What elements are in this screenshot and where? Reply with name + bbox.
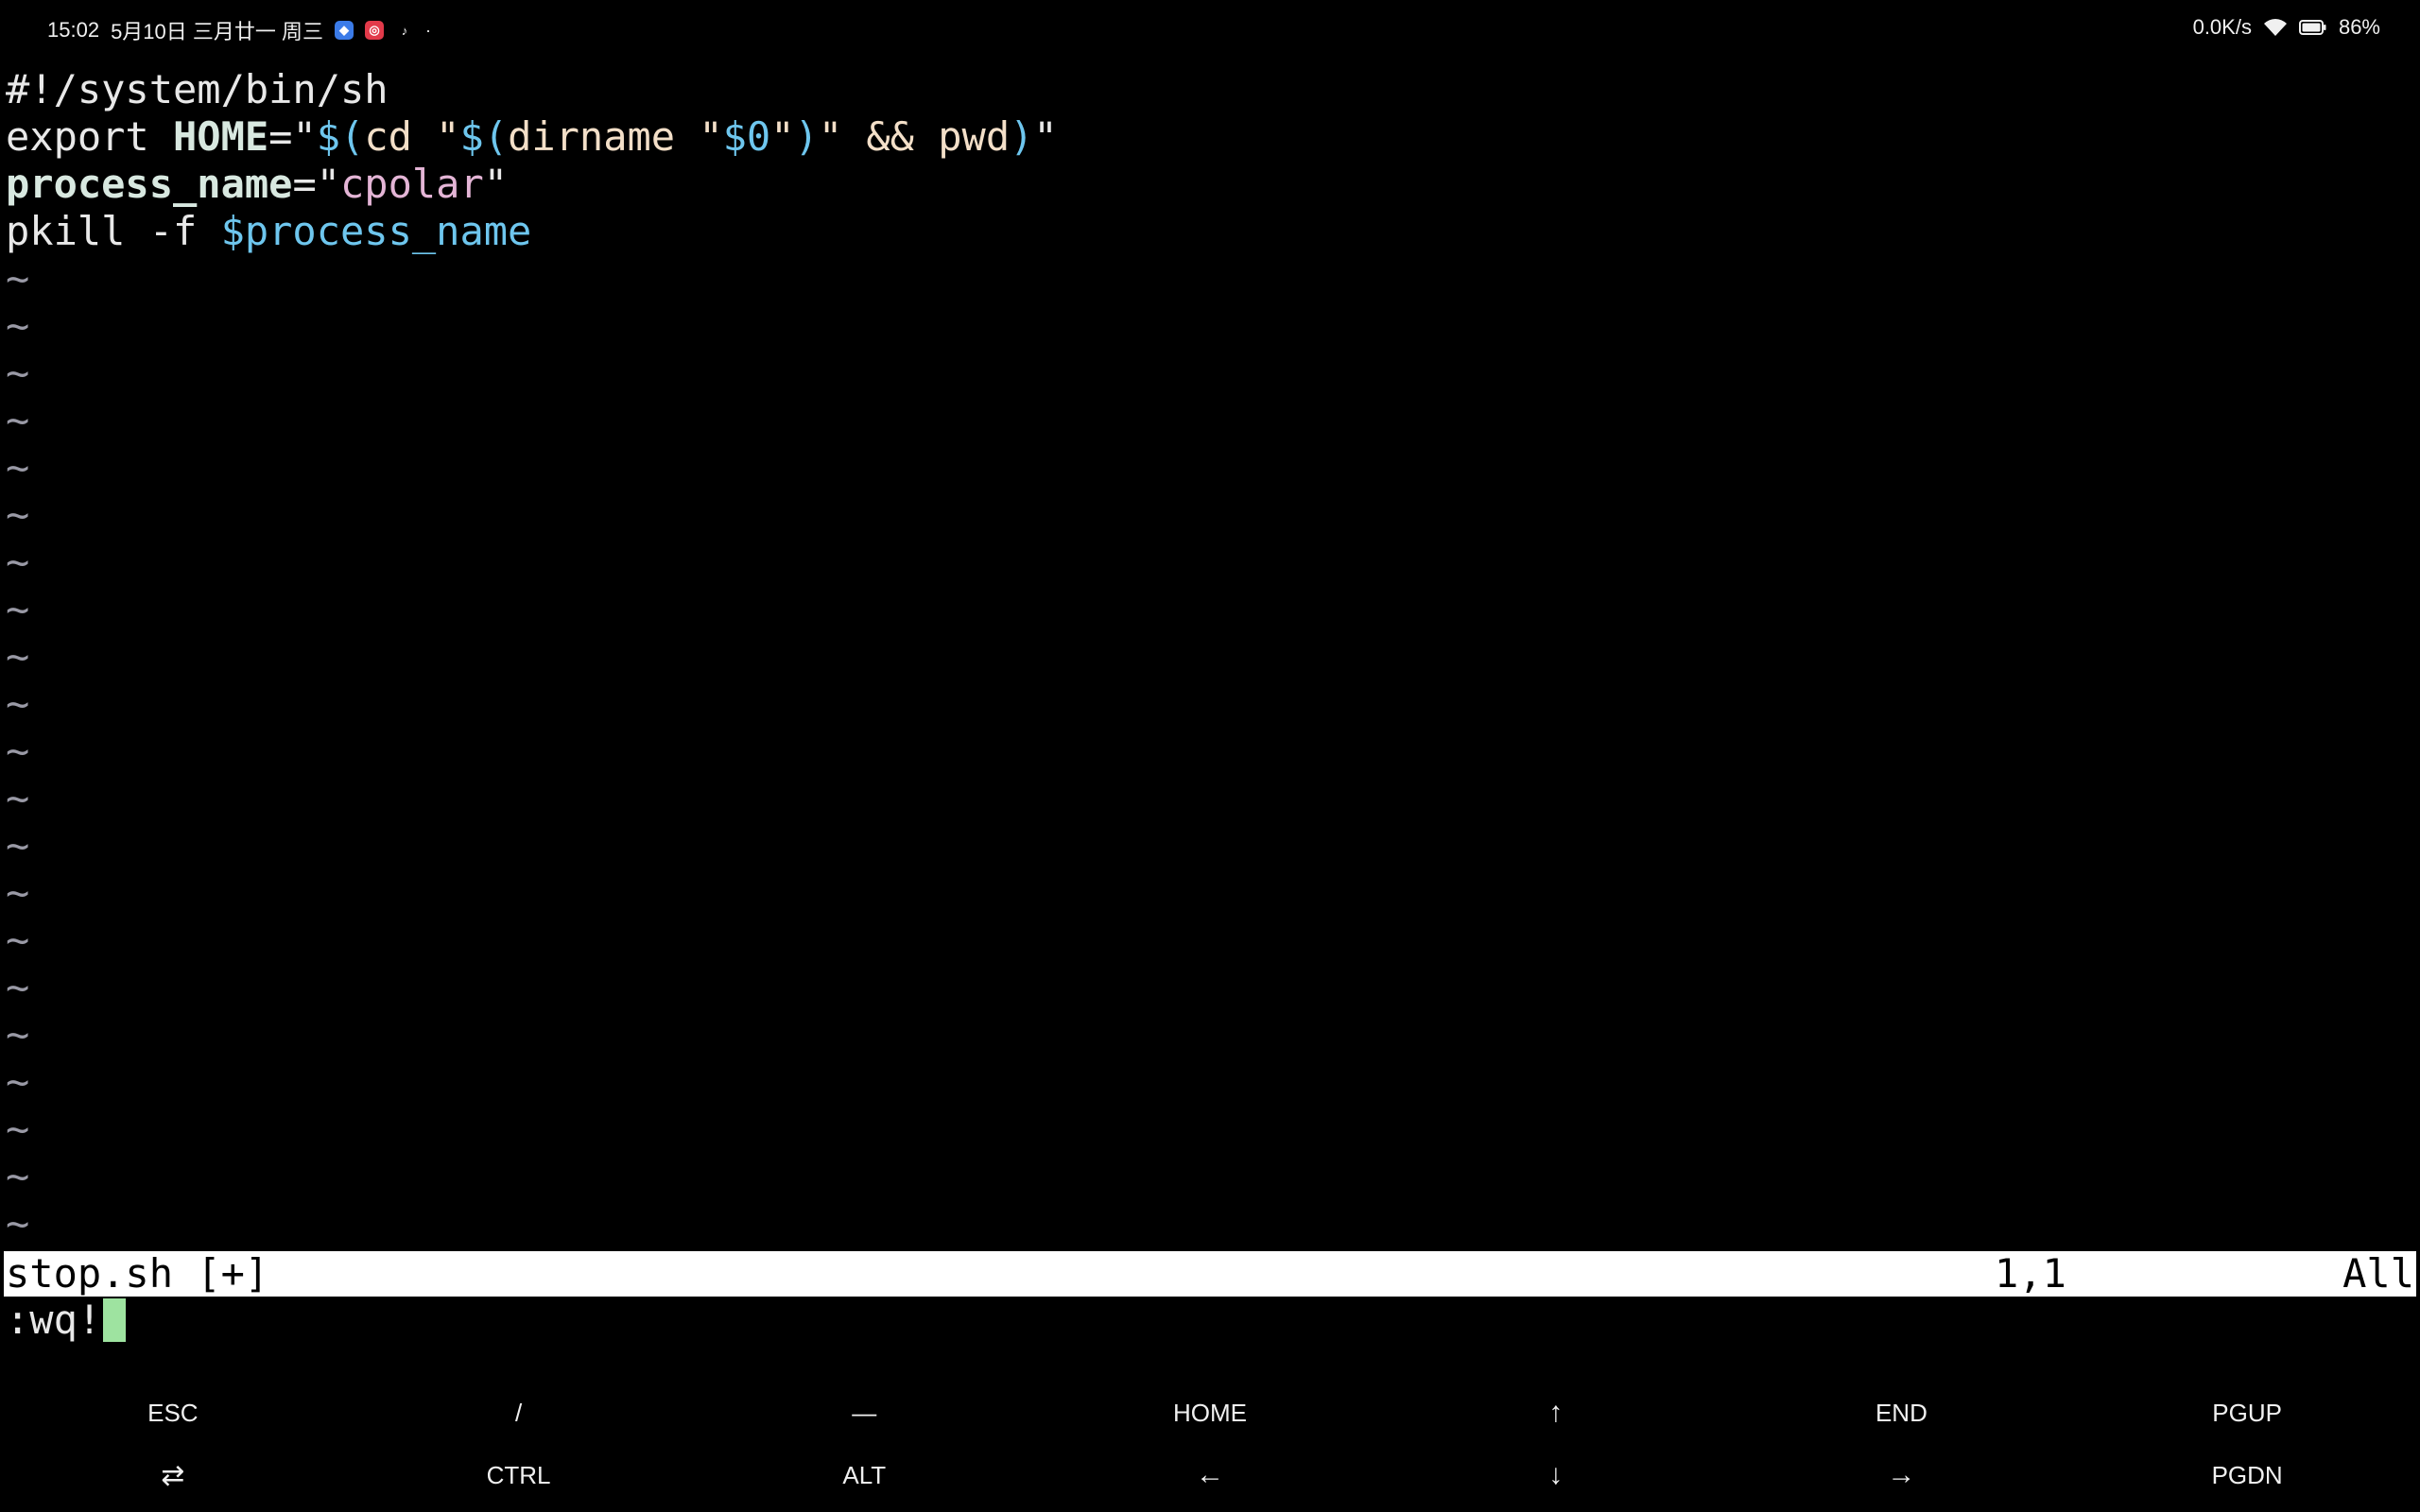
extra-keys-row-2: ⇄ CTRL ALT ← ↓ → PGDN [0,1444,2420,1506]
wifi-icon [2263,18,2288,37]
code-token: $process_name [220,208,532,254]
code-token: " [770,113,795,160]
alt-key[interactable]: ALT [691,1444,1037,1506]
status-bar-left: 15:02 5月10日 三月廿一 周三 ◆ ◎ ♪ · [47,15,431,45]
code-token: =" [268,113,317,160]
code-token: export [6,113,174,160]
empty-line-marker: ~ [6,1106,30,1152]
tab-key[interactable]: ⇄ [0,1444,346,1506]
ctrl-key[interactable]: CTRL [346,1444,692,1506]
empty-line-marker: ~ [6,539,30,585]
empty-line-marker: ~ [6,350,30,396]
empty-line-marker: ~ [6,255,30,301]
battery-icon [2298,19,2327,36]
network-speed: 0.0K/s [2192,15,2252,39]
empty-line-marker: ~ [6,397,30,443]
slash-key[interactable]: / [346,1382,692,1444]
empty-line-marker: ~ [6,869,30,916]
code-line: #!/system/bin/sh [0,66,2420,113]
code-token: process_name [6,161,293,207]
empty-line-marker: ~ [6,1058,30,1105]
clock: 15:02 [47,18,100,42]
code-token: cpolar [340,161,484,207]
arrow-right-key[interactable]: → [1729,1444,2075,1506]
command-text: :wq! [6,1297,102,1343]
code-token: $( [459,113,509,160]
cursor-position: 1,1 [1995,1250,2066,1297]
battery-percent: 86% [2338,15,2380,39]
vim-command-line[interactable]: :wq! [6,1297,127,1344]
code-token: HOME [173,113,269,160]
page-down-key[interactable]: PGDN [2074,1444,2420,1506]
text-cursor [103,1298,127,1342]
home-key[interactable]: HOME [1037,1382,1383,1444]
page-up-key[interactable]: PGUP [2074,1382,2420,1444]
extra-keys-bar: ESC / — HOME ↑ END PGUP ⇄ CTRL ALT ← ↓ → PGDN [0,1382,2420,1512]
empty-line-marker: ~ [6,775,30,821]
tiktok-icon: ♪ [395,21,414,40]
code-token: #!/system/bin/sh [6,66,389,112]
code-token: " && pwd [818,113,1011,160]
app-icon-red: ◎ [365,21,384,40]
vim-status-line: stop.sh [+] 1,1 All [4,1251,2416,1297]
notification-dot: · [425,20,431,40]
empty-line-marker: ~ [6,1153,30,1199]
empty-line-marker: ~ [6,444,30,490]
esc-key[interactable]: ESC [0,1382,346,1444]
end-key[interactable]: END [1729,1382,2075,1444]
arrow-up-key[interactable]: ↑ [1383,1382,1729,1444]
code-token: $0 [722,113,771,160]
code-token: " [1033,113,1058,160]
dash-key[interactable]: — [691,1382,1037,1444]
code-token: $( [316,113,365,160]
code-token: cd " [364,113,460,160]
empty-line-marker: ~ [6,917,30,963]
empty-line-marker: ~ [6,1200,30,1246]
status-bar-right: 0.0K/s 86% [2193,15,2380,40]
date-label: 5月10日 三月廿一 周三 [111,20,323,43]
scroll-indicator: All [2342,1250,2414,1297]
empty-line-marker: ~ [6,586,30,632]
code-token: dirname " [508,113,723,160]
code-line: export HOME="$(cd "$(dirname "$0")" && p… [0,113,2420,161]
code-token: =" [292,161,341,207]
arrow-down-key[interactable]: ↓ [1383,1444,1729,1506]
code-token: ) [794,113,819,160]
arrow-left-key[interactable]: ← [1037,1444,1383,1506]
vim-buffer[interactable]: #!/system/bin/sh export HOME="$(cd "$(dir… [0,66,2420,1247]
code-line: pkill -f $process_name [0,208,2420,255]
system-status-bar: 15:02 5月10日 三月廿一 周三 ◆ ◎ ♪ · 0.0K/s 86% [0,0,2420,55]
empty-line-marker: ~ [6,491,30,538]
code-line: process_name="cpolar" [0,161,2420,208]
code-token: pkill -f [6,208,221,254]
empty-line-marker: ~ [6,633,30,679]
empty-line-marker: ~ [6,680,30,727]
file-name: stop.sh [+] [6,1250,269,1297]
code-token: " [483,161,509,207]
code-token: ) [1010,113,1034,160]
empty-line-marker: ~ [6,728,30,774]
empty-line-marker: ~ [6,302,30,349]
empty-line-marker: ~ [6,1011,30,1057]
empty-line-marker: ~ [6,822,30,868]
app-icon-blue: ◆ [335,21,354,40]
empty-line-marker: ~ [6,964,30,1010]
extra-keys-row-1: ESC / — HOME ↑ END PGUP [0,1382,2420,1444]
